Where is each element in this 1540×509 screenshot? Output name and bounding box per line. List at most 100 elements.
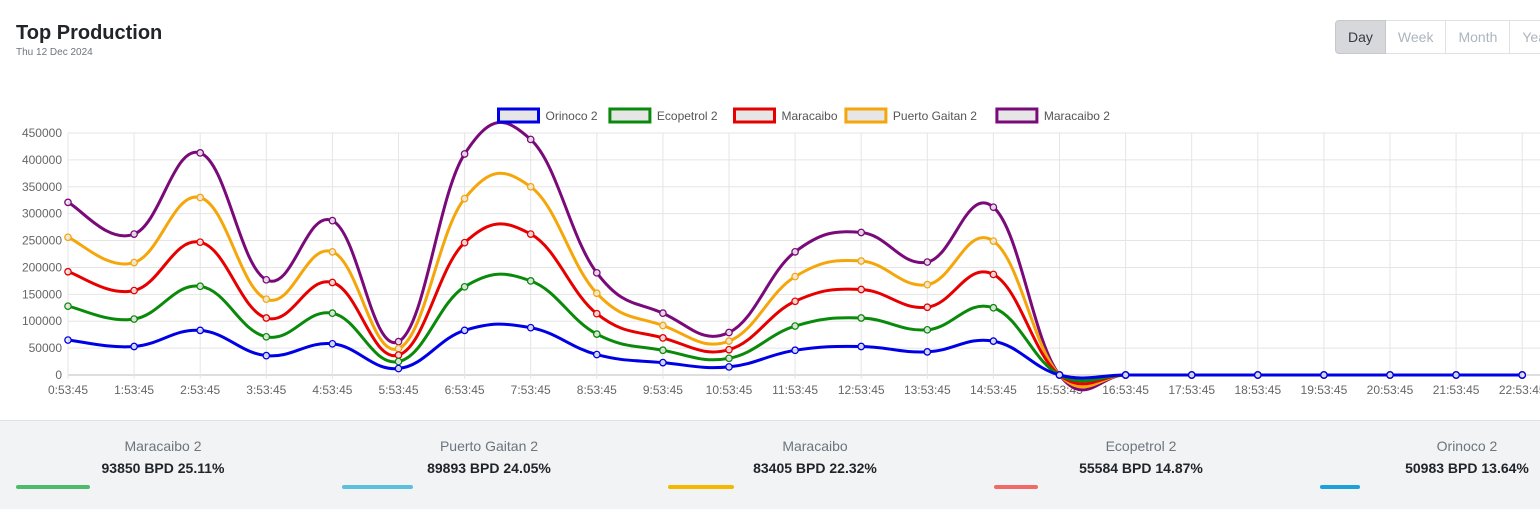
data-point — [196, 326, 205, 335]
data-point — [328, 339, 337, 348]
data-point — [460, 326, 469, 335]
data-point — [725, 354, 733, 363]
y-tick-label: 200000 — [22, 260, 62, 274]
data-point — [196, 193, 205, 202]
data-point — [394, 364, 403, 373]
summary-value: 50983 BPD 13.64% — [1405, 460, 1529, 476]
data-point — [989, 270, 998, 279]
x-tick-label: 5:53:45 — [378, 383, 418, 397]
summary-item: Maracaibo 2 93850 BPD 25.11% — [0, 421, 326, 509]
y-tick-label: 350000 — [22, 180, 62, 194]
data-point — [791, 247, 799, 256]
data-point — [460, 194, 469, 203]
x-tick-label: 13:53:45 — [904, 383, 951, 397]
data-point — [857, 228, 866, 237]
x-tick-label: 0:53:45 — [48, 383, 88, 397]
range-week-button[interactable]: Week — [1385, 20, 1447, 54]
data-point — [262, 275, 271, 284]
page-title: Top Production — [16, 22, 163, 44]
data-point — [659, 346, 667, 355]
data-point — [526, 182, 535, 191]
data-point — [1121, 371, 1130, 379]
data-point — [592, 289, 601, 298]
y-tick-label: 450000 — [22, 126, 62, 140]
production-summary: Maracaibo 2 93850 BPD 25.11% Puerto Gait… — [0, 420, 1540, 509]
x-tick-label: 14:53:45 — [970, 383, 1017, 397]
data-point — [592, 268, 601, 277]
y-tick-label: 250000 — [22, 234, 62, 248]
summary-value: 83405 BPD 22.32% — [753, 460, 877, 476]
summary-name: Ecopetrol 2 — [1105, 438, 1177, 454]
data-point — [1452, 371, 1460, 379]
data-point — [262, 295, 271, 304]
data-point — [1253, 371, 1262, 379]
data-point — [923, 348, 932, 356]
data-point — [659, 334, 667, 342]
data-point — [394, 357, 403, 366]
data-point — [857, 314, 866, 322]
data-point — [923, 280, 932, 289]
data-point — [526, 230, 535, 238]
summary-name: Maracaibo — [782, 438, 848, 454]
data-point — [1320, 371, 1328, 379]
data-point — [923, 325, 932, 334]
data-point — [262, 351, 271, 360]
data-point — [328, 278, 337, 287]
data-point — [526, 277, 535, 285]
x-tick-label: 18:53:45 — [1234, 383, 1281, 397]
data-point — [989, 337, 998, 345]
data-point — [526, 323, 535, 332]
data-point — [394, 337, 403, 346]
range-day-button[interactable]: Day — [1335, 20, 1386, 54]
x-tick-label: 11:53:45 — [772, 383, 818, 397]
summary-share-bar — [1320, 485, 1360, 489]
y-tick-label: 50000 — [29, 341, 63, 355]
data-point — [328, 247, 337, 256]
x-tick-label: 16:53:45 — [1102, 383, 1149, 397]
data-point — [394, 351, 403, 359]
data-point — [923, 303, 932, 312]
summary-share-bar — [342, 485, 413, 489]
legend-swatch — [608, 107, 652, 124]
data-point — [130, 286, 138, 295]
x-tick-label: 20:53:45 — [1367, 383, 1414, 397]
data-point — [659, 309, 667, 318]
data-point — [791, 272, 799, 281]
y-tick-label: 400000 — [22, 153, 62, 167]
data-point — [857, 285, 866, 294]
x-tick-label: 2:53:45 — [180, 383, 220, 397]
data-point — [1055, 371, 1064, 379]
data-point — [1518, 371, 1527, 379]
x-tick-label: 8:53:45 — [577, 383, 617, 397]
range-year-button[interactable]: Year — [1510, 20, 1540, 54]
summary-item: Orinoco 2 50983 BPD 13.64% — [1304, 421, 1540, 509]
summary-value: 55584 BPD 14.87% — [1079, 460, 1203, 476]
data-point — [725, 337, 733, 345]
data-point — [659, 321, 667, 330]
data-point — [791, 346, 799, 355]
data-point — [1386, 371, 1394, 379]
summary-name: Maracaibo 2 — [124, 438, 202, 454]
x-tick-label: 10:53:45 — [706, 383, 753, 397]
summary-item: Ecopetrol 2 55584 BPD 14.87% — [978, 421, 1304, 509]
data-point — [64, 198, 72, 207]
data-point — [1187, 371, 1196, 379]
chart-header: Top Production Thu 12 Dec 2024 — [16, 20, 162, 58]
data-point — [592, 330, 601, 338]
summary-value: 93850 BPD 25.11% — [101, 460, 225, 476]
data-point — [130, 342, 138, 351]
range-month-button[interactable]: Month — [1446, 20, 1511, 54]
data-point — [460, 282, 469, 291]
data-point — [725, 345, 733, 354]
data-point — [659, 358, 667, 367]
x-tick-label: 19:53:45 — [1301, 383, 1348, 397]
legend-label: Ecopetrol 2 — [657, 109, 718, 123]
legend-label: Orinoco 2 — [546, 109, 598, 123]
legend-label: Maracaibo — [782, 109, 838, 123]
data-point — [989, 303, 998, 312]
y-tick-label: 0 — [55, 368, 62, 382]
legend-swatch — [995, 107, 1039, 124]
y-tick-label: 150000 — [22, 287, 62, 301]
y-tick-label: 100000 — [22, 314, 62, 328]
legend-label: Puerto Gaitan 2 — [893, 109, 977, 123]
